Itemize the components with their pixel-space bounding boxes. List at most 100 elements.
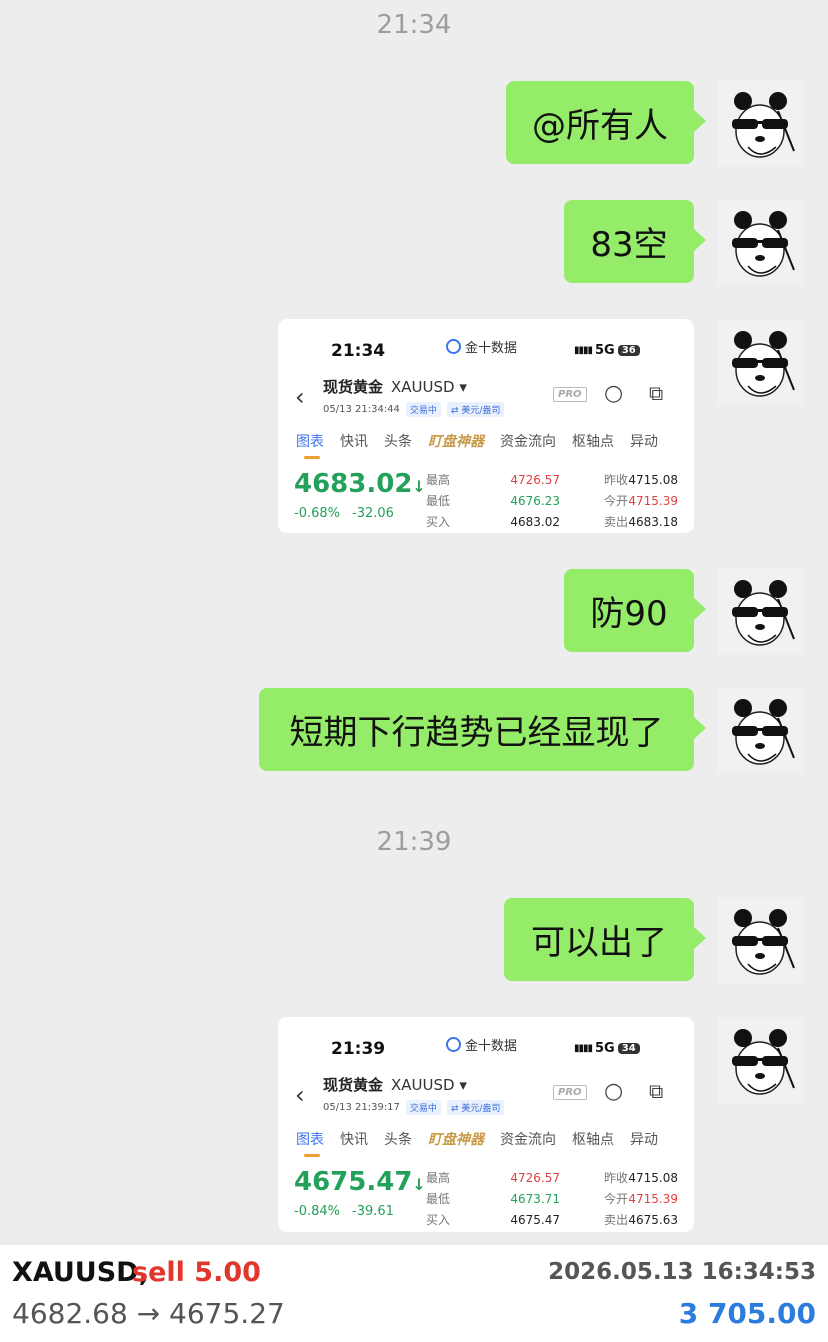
instrument-title: 现货黄金 XAUUSD ▾ [323, 1074, 467, 1095]
message-bubble[interactable]: 短期下行趋势已经显现了 [259, 688, 706, 771]
tab-news: 快讯 [340, 434, 368, 450]
tab-fund-flow: 资金流向 [500, 434, 556, 450]
app-title: 金十数据 [446, 337, 517, 356]
trade-side: sell 5.00 [132, 1257, 261, 1288]
quote-tabs: 图表 快讯 头条 盯盘神器 资金流向 枢轴点 异动 [296, 431, 674, 459]
image-message-quote-2[interactable]: 21:39 金十数据 ▮▮▮▮ 5G 34 ‹ 现货黄金 XAUUSD ▾ 05/13… [278, 1017, 694, 1232]
quote-datetime: 05/13 21:34:44 [323, 404, 400, 415]
avatar[interactable] [718, 688, 803, 773]
stat-label: 最高 [426, 1171, 451, 1185]
timestamp-1: 21:34 [376, 10, 452, 40]
stat-bid: 4675.47 [510, 1212, 560, 1227]
avatar[interactable] [718, 569, 803, 654]
stat-label: 买入 [426, 515, 451, 529]
change-percent: -0.68% [294, 506, 340, 521]
tab-watch-tool: 盯盘神器 [428, 1132, 484, 1148]
app-name: 金十数据 [465, 341, 518, 356]
message-text: 短期下行趋势已经显现了 [289, 713, 664, 753]
trade-summary: XAUUSD, sell 5.00 2026.05.13 16:34:53 46… [0, 1245, 828, 1342]
message-text: @所有人 [532, 106, 668, 146]
share-icon: ⧉ [649, 1079, 664, 1103]
stat-low: 4676.23 [510, 493, 560, 508]
stat-ask: 4675.63 [628, 1212, 678, 1227]
tab-movers: 异动 [630, 1132, 658, 1148]
message-bubble[interactable]: 83空 [564, 200, 706, 283]
trading-status-tag: 交易中 [405, 402, 441, 417]
tab-headlines: 头条 [384, 1132, 412, 1148]
image-message-quote-1[interactable]: 21:34 金十数据 ▮▮▮▮ 5G 36 ‹ 现货黄金 XAUUSD ▾ 05/13… [278, 319, 694, 533]
trade-datetime: 2026.05.13 16:34:53 [548, 1259, 816, 1285]
instrument-name: 现货黄金 [323, 1076, 384, 1094]
quote-stats: 最高 4726.57 昨收 4715.08 最低 4673.71 今开 4715.39 买入… [426, 1167, 678, 1230]
avatar[interactable] [718, 200, 803, 285]
trade-symbol: XAUUSD, [12, 1257, 149, 1288]
stat-label: 最高 [426, 473, 451, 487]
panda-avatar-icon [732, 331, 795, 397]
network-label: 5G [595, 1041, 615, 1056]
stat-label: 最低 [426, 494, 451, 508]
quote-meta: 05/13 21:39:17 交易中 ⇄ 美元/盎司 [323, 1100, 505, 1115]
battery-icon: 36 [617, 345, 640, 356]
arrow-down-icon: ↓ [412, 477, 426, 496]
stat-label: 昨收 [603, 473, 628, 487]
tab-fund-flow: 资金流向 [500, 1132, 556, 1148]
app-title: 金十数据 [446, 1035, 517, 1054]
tab-news: 快讯 [340, 1132, 368, 1148]
stat-prev-close: 4715.08 [628, 472, 678, 487]
trading-status-tag: 交易中 [405, 1100, 441, 1115]
trade-profit: 3 705.00 [678, 1297, 816, 1330]
app-logo-icon [446, 1037, 461, 1052]
stat-label: 卖出 [603, 1213, 628, 1227]
unit-tag: ⇄ 美元/盎司 [446, 402, 505, 417]
message-text: 83空 [590, 225, 668, 265]
stat-ask: 4683.18 [628, 514, 678, 529]
avatar[interactable] [718, 320, 803, 405]
panda-avatar-icon [732, 211, 795, 277]
instrument-symbol: XAUUSD ▾ [391, 1076, 467, 1094]
instrument-name: 现货黄金 [323, 378, 384, 396]
tab-headlines: 头条 [384, 434, 412, 450]
stat-open: 4715.39 [628, 1191, 678, 1206]
stat-high: 4726.57 [510, 1170, 560, 1185]
message-bubble[interactable]: 可以出了 [504, 898, 706, 981]
signal-icon: ▮▮▮▮ [574, 1043, 593, 1054]
app-logo-icon [446, 339, 461, 354]
stat-high: 4726.57 [510, 472, 560, 487]
battery-icon: 34 [617, 1043, 640, 1054]
avatar[interactable] [718, 898, 803, 983]
stat-bid: 4683.02 [510, 514, 560, 529]
network-label: 5G [595, 343, 615, 358]
status-signal: ▮▮▮▮ 5G 34 [574, 1041, 640, 1056]
message-text: 防90 [590, 594, 668, 634]
status-time: 21:34 [331, 341, 386, 361]
message-bubble[interactable]: 防90 [564, 569, 706, 652]
panda-avatar-icon [732, 92, 795, 158]
trade-price-range: 4682.68 → 4675.27 [12, 1297, 285, 1330]
change-absolute: -32.06 [352, 506, 394, 521]
panda-avatar-icon [732, 1029, 795, 1095]
message-bubble[interactable]: @所有人 [506, 81, 706, 164]
tab-watch-tool: 盯盘神器 [428, 434, 484, 450]
avatar[interactable] [718, 1018, 803, 1103]
app-name: 金十数据 [465, 1039, 518, 1054]
current-price: 4675.47↓ [294, 1167, 426, 1197]
stat-label: 今开 [603, 1192, 628, 1206]
pro-badge: PRO [553, 1085, 587, 1100]
quote-meta: 05/13 21:34:44 交易中 ⇄ 美元/盎司 [323, 402, 505, 417]
tab-pivot: 枢轴点 [572, 434, 614, 450]
status-signal: ▮▮▮▮ 5G 36 [574, 343, 640, 358]
price-change: -0.68% -32.06 [294, 506, 394, 521]
status-time: 21:39 [331, 1039, 386, 1059]
price-change: -0.84% -39.61 [294, 1204, 394, 1219]
stat-label: 最低 [426, 1192, 451, 1206]
change-percent: -0.84% [294, 1204, 340, 1219]
share-icon: ⧉ [649, 381, 664, 405]
panda-avatar-icon [732, 699, 795, 765]
tab-movers: 异动 [630, 434, 658, 450]
change-absolute: -39.61 [352, 1204, 394, 1219]
panda-avatar-icon [732, 909, 795, 975]
tab-pivot: 枢轴点 [572, 1132, 614, 1148]
price-value: 4675.47 [294, 1167, 413, 1197]
unit-tag: ⇄ 美元/盎司 [446, 1100, 505, 1115]
avatar[interactable] [718, 81, 803, 166]
